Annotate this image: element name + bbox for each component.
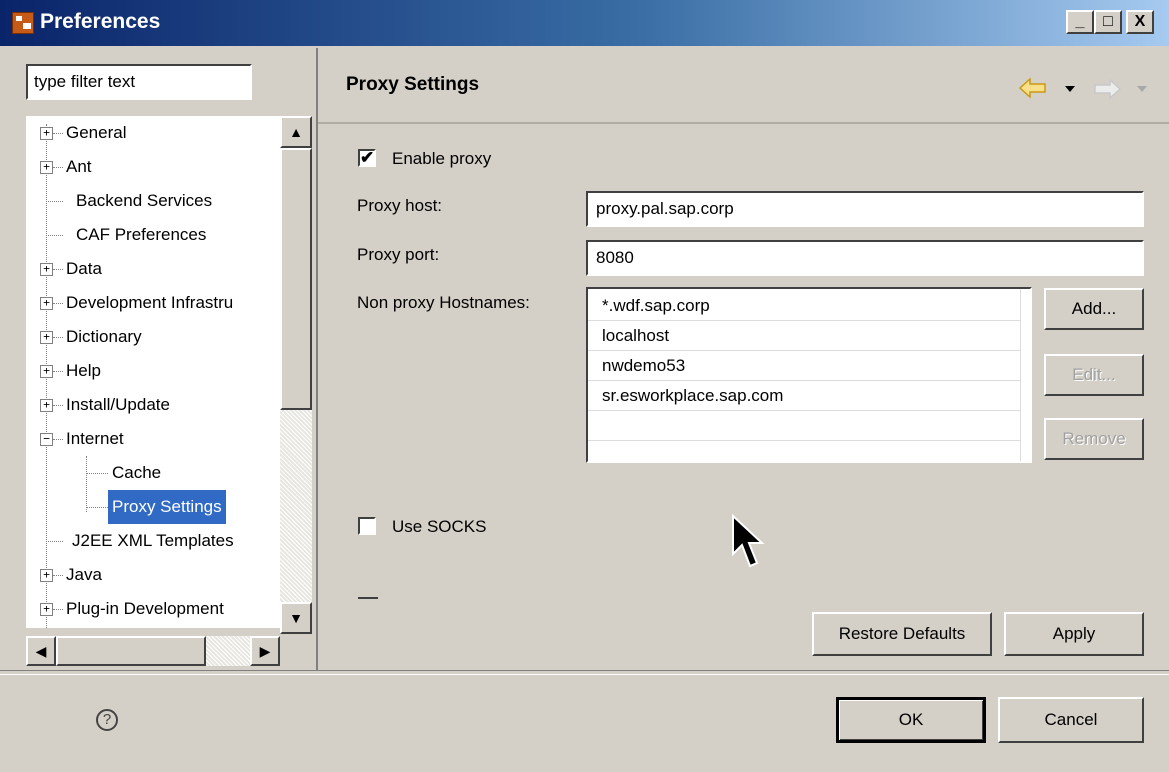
proxy-host-input[interactable]: proxy.pal.sap.corp — [586, 191, 1144, 227]
tree-item-label: Plug-in Development — [66, 599, 224, 618]
window-title: Preferences — [40, 10, 161, 33]
tree-connector — [53, 405, 63, 406]
expand-icon[interactable]: + — [40, 569, 53, 582]
scroll-left-button[interactable]: ◀ — [26, 636, 56, 666]
tree-connector — [86, 473, 108, 474]
tree-item-label: Help — [66, 361, 101, 380]
tree-item-label: Backend Services — [76, 191, 213, 210]
scroll-down-button[interactable]: ▼ — [280, 602, 312, 634]
apply-button[interactable]: Apply — [1004, 612, 1144, 656]
list-item[interactable]: sr.esworkplace.sap.com — [588, 381, 1020, 411]
tree-connector — [53, 337, 63, 338]
scroll-up-button[interactable]: ▲ — [280, 116, 312, 148]
preference-tree[interactable]: + General + Ant Backend Services CAF Pre… — [26, 116, 280, 628]
forward-history-dropdown-icon[interactable] — [1136, 84, 1148, 94]
list-column-divider — [1020, 289, 1021, 461]
proxy-port-label: Proxy port: — [357, 245, 440, 264]
tree-horizontal-scrollbar[interactable]: ◀ ▶ — [26, 636, 280, 666]
tree-item-label: Dictionary — [66, 327, 142, 346]
expand-icon[interactable]: + — [40, 331, 53, 344]
tree-item-label: General — [66, 123, 127, 142]
clipped-checkbox-edge — [358, 597, 378, 602]
list-item[interactable]: localhost — [588, 321, 1020, 351]
tree-connector — [53, 303, 63, 304]
list-item[interactable]: *.wdf.sap.corp — [588, 291, 1020, 321]
restore-defaults-button[interactable]: Restore Defaults — [812, 612, 992, 656]
use-socks-label: Use SOCKS — [392, 517, 487, 536]
tree-connector — [46, 541, 63, 542]
back-history-dropdown-icon[interactable] — [1064, 84, 1076, 94]
list-item-empty[interactable] — [588, 441, 1020, 461]
proxy-port-input[interactable]: 8080 — [586, 240, 1144, 276]
tree-connector — [53, 167, 63, 168]
tree-connector — [86, 507, 108, 508]
expand-icon[interactable]: + — [40, 297, 53, 310]
maximize-button[interactable]: □ — [1094, 10, 1122, 34]
tree-item-label: Java — [66, 565, 102, 584]
tree-item-label: CAF Preferences — [76, 225, 207, 244]
tree-item-label: J2EE XML Templates — [72, 531, 234, 550]
mouse-pointer-icon — [732, 514, 765, 568]
edit-button[interactable]: Edit... — [1044, 354, 1144, 396]
close-button[interactable]: X — [1126, 10, 1154, 34]
tree-item-label: Data — [66, 259, 102, 278]
help-icon[interactable]: ? — [96, 709, 118, 731]
preferences-app-icon — [12, 12, 34, 34]
tree-connector — [46, 235, 63, 236]
tree-connector — [53, 371, 63, 372]
remove-button[interactable]: Remove — [1044, 418, 1144, 460]
expand-icon[interactable]: + — [40, 399, 53, 412]
enable-proxy-checkbox[interactable]: ✔ — [358, 149, 376, 167]
add-button[interactable]: Add... — [1044, 288, 1144, 330]
tree-item-label: Cache — [112, 463, 162, 482]
tree-item-label: Install/Update — [66, 395, 170, 414]
horizontal-scroll-thumb[interactable] — [56, 636, 206, 666]
page-title: Proxy Settings — [346, 74, 480, 95]
tree-item-label: Internet — [66, 429, 124, 448]
expand-icon[interactable]: + — [40, 365, 53, 378]
ok-button[interactable]: OK — [836, 697, 986, 743]
scroll-thumb[interactable] — [280, 148, 312, 410]
scroll-right-button[interactable]: ▶ — [250, 636, 280, 666]
non-proxy-hostnames-list[interactable]: *.wdf.sap.corp localhost nwdemo53 sr.esw… — [586, 287, 1032, 463]
tree-item-label-selected: Proxy Settings — [108, 490, 226, 524]
expand-icon[interactable]: + — [40, 263, 53, 276]
title-bar — [0, 0, 1169, 46]
cancel-button[interactable]: Cancel — [998, 697, 1144, 743]
list-item[interactable]: nwdemo53 — [588, 351, 1020, 381]
list-item-empty[interactable] — [588, 411, 1020, 441]
proxy-host-label: Proxy host: — [357, 196, 443, 215]
footer-separator — [0, 670, 1169, 675]
filter-input[interactable]: type filter text — [26, 64, 252, 100]
tree-connector — [53, 269, 63, 270]
expand-icon[interactable]: + — [40, 603, 53, 616]
tree-item-label: Development Infrastru — [66, 293, 234, 312]
tree-item-label: Ant — [66, 157, 92, 176]
tree-connector — [53, 609, 63, 610]
tree-connector — [53, 575, 63, 576]
expand-icon[interactable]: + — [40, 161, 53, 174]
tree-vertical-scrollbar[interactable]: ▲ ▼ — [280, 116, 312, 634]
use-socks-checkbox[interactable] — [358, 517, 376, 535]
tree-connector — [53, 133, 63, 134]
tree-connector — [46, 201, 63, 202]
tree-connector — [86, 456, 87, 512]
collapse-icon[interactable]: − — [40, 433, 53, 446]
non-proxy-hostnames-label: Non proxy Hostnames: — [357, 293, 530, 312]
minimize-button[interactable]: _ — [1066, 10, 1094, 34]
forward-arrow-icon[interactable] — [1092, 78, 1122, 100]
tree-connector — [53, 439, 63, 440]
enable-proxy-label: Enable proxy — [392, 149, 492, 168]
back-arrow-icon[interactable] — [1018, 77, 1048, 99]
expand-icon[interactable]: + — [40, 127, 53, 140]
